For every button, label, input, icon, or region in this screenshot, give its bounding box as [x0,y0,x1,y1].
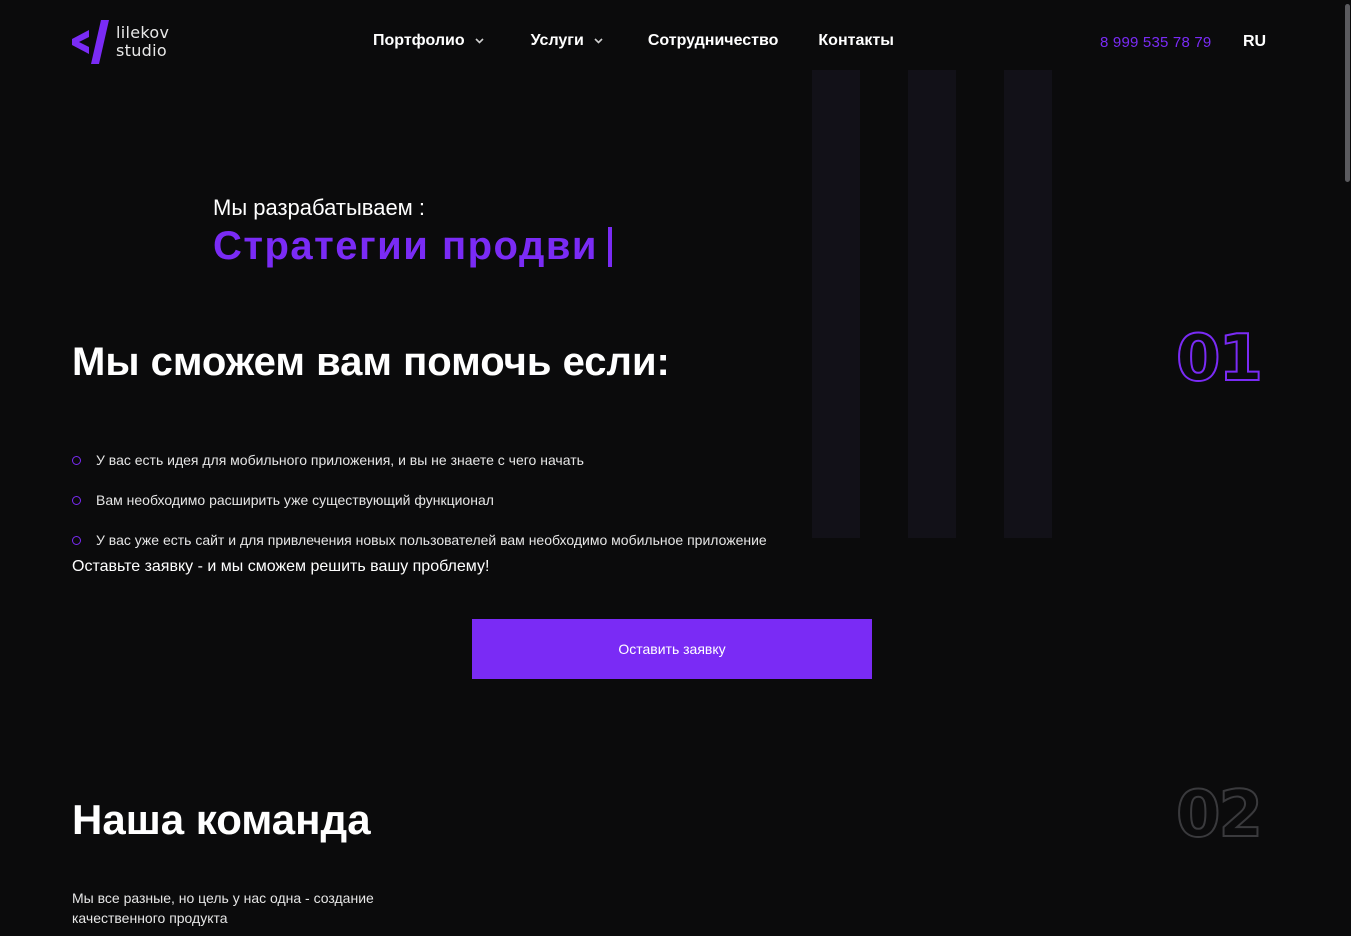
typed-text: Стратегии продви [213,224,599,268]
list-item: У вас есть идея для мобильного приложени… [72,440,767,480]
hero-subtitle: Мы разрабатываем : [213,195,426,220]
section-team-title: Наша команда [72,796,371,843]
team-description: Мы все разные, но цель у нас одна - созд… [72,890,374,926]
main-nav: Портфолио Услуги Сотрудничество Контакты [373,32,894,50]
typing-caret [608,226,613,267]
language-switcher[interactable]: RU [1243,33,1266,51]
list-item: Вам необходимо расширить уже существующи… [72,480,767,520]
nav-item-label: Сотрудничество [647,32,779,49]
decorative-stripe [812,70,860,538]
nav-item-contacts[interactable]: Контакты [818,32,893,50]
scrollbar-thumb[interactable] [1345,4,1350,182]
page: lilekov studio Портфолио Услуги Сотрудни… [0,0,1351,936]
logo-wordmark: lilekov studio [116,24,169,60]
nav-item-services[interactable]: Услуги [531,32,604,50]
circle-bullet-icon [72,495,81,505]
logo-line-2: studio [116,41,167,60]
nav-item-cooperation[interactable]: Сотрудничество [648,32,779,50]
decorative-stripe [908,70,956,538]
circle-bullet-icon [72,535,81,545]
chevron-down-icon [594,36,604,46]
list-item: У вас уже есть сайт и для привлечения но… [72,520,767,560]
nav-item-label: Услуги [530,32,584,49]
decorative-stripe [1004,70,1052,538]
section-help-title: Мы сможем вам помочь если: [72,340,670,384]
nav-item-portfolio[interactable]: Портфолио [373,32,485,50]
list-item-text: Вам необходимо расширить уже существующи… [96,492,494,508]
submit-request-button[interactable]: Оставить заявку [472,619,872,679]
list-item-text: У вас уже есть сайт и для привлечения но… [96,532,767,548]
circle-bullet-icon [72,455,81,465]
cta-text: Оставьте заявку - и мы сможем решить ваш… [72,558,490,575]
list-item-text: У вас есть идея для мобильного приложени… [96,452,584,468]
nav-item-label: Контакты [818,32,894,49]
code-slash-logo-icon [72,20,109,64]
help-list: У вас есть идея для мобильного приложени… [72,440,767,560]
phone-link[interactable]: 8 999 535 78 79 [1100,34,1211,51]
site-header: lilekov studio Портфолио Услуги Сотрудни… [0,0,1351,86]
hero-typed-text: Стратегии продви [213,224,613,269]
section-number: 01 [1175,321,1264,397]
section-number: 02 [1175,777,1264,853]
logo-link[interactable]: lilekov studio [72,19,169,65]
chevron-down-icon [475,36,485,46]
scrollbar[interactable] [1343,0,1351,936]
logo-line-1: lilekov [116,23,170,42]
nav-item-label: Портфолио [373,32,465,49]
